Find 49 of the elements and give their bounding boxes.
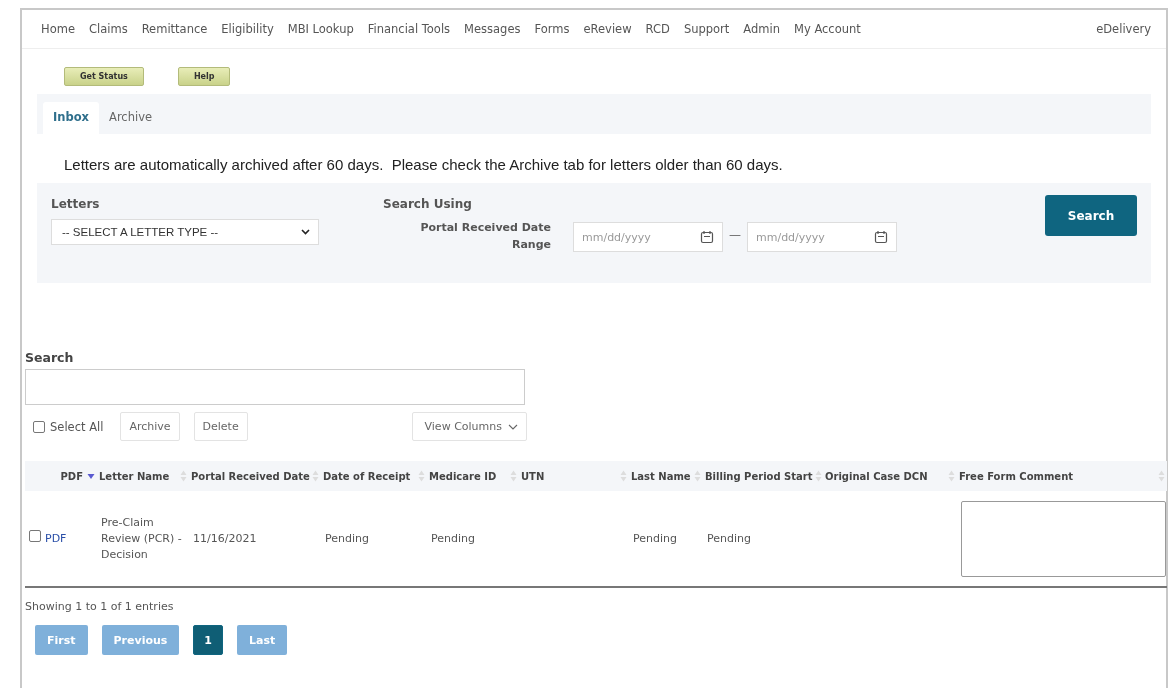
nav-link[interactable]: Support — [676, 22, 737, 36]
field-label: Portal Received Date Range — [419, 220, 551, 253]
table-cell: Pending — [431, 531, 475, 545]
nav-link[interactable]: Admin — [736, 22, 787, 36]
range-separator: — — [729, 228, 741, 242]
search-button[interactable]: Search — [1045, 195, 1137, 236]
nav-link[interactable]: Messages — [457, 22, 528, 36]
toolbar-button[interactable]: Get Status — [64, 67, 144, 86]
column-header[interactable]: Billing Period Start — [705, 470, 813, 482]
nav-link[interactable]: Eligibility — [214, 22, 281, 36]
nav-link[interactable]: Remittance — [134, 22, 215, 36]
nav-link[interactable]: MBI Lookup — [280, 22, 361, 36]
column-header[interactable]: Letter Name — [99, 470, 170, 482]
column-header[interactable]: Original Case DCN — [825, 470, 928, 482]
page-button[interactable]: 1 — [193, 625, 223, 655]
notice-text: Letters are automatically archived after 60 days. Please check the Archive tab for letters older than 60 days. — [64, 156, 783, 173]
table-cell: Pre-Claim Review (PCR) - Decision — [101, 515, 182, 561]
nav-link[interactable]: Forms — [527, 22, 577, 36]
column-header[interactable]: UTN — [521, 470, 545, 482]
column-header[interactable]: Portal Received Date — [191, 470, 310, 482]
table-cell: 11/16/2021 — [193, 531, 257, 545]
field-label: Search Using — [383, 197, 473, 211]
toolbar-button[interactable]: Help — [177, 67, 231, 86]
letter-type-select[interactable]: -- SELECT A LETTER TYPE -- — [51, 219, 319, 245]
tab[interactable]: Inbox — [43, 102, 100, 134]
field-label: Letters — [51, 197, 101, 211]
entries-info: Showing 1 to 1 of 1 entries — [25, 600, 174, 613]
pdf-link[interactable]: PDF — [45, 531, 67, 545]
nav-link[interactable]: eReview — [576, 22, 639, 36]
nav-link[interactable]: Claims — [81, 22, 135, 36]
nav-link[interactable]: Home — [34, 22, 82, 36]
view-columns-button[interactable]: View Columns — [411, 412, 527, 441]
field-label: Search — [25, 350, 74, 365]
nav-link[interactable]: RCD — [638, 22, 677, 36]
column-header[interactable]: Last Name — [631, 470, 691, 482]
column-header[interactable]: Date of Receipt — [323, 470, 411, 482]
table-cell: Pending — [325, 531, 369, 545]
action-button[interactable]: Archive — [120, 412, 180, 441]
table-cell: Pending — [633, 531, 677, 545]
nav-link[interactable]: Financial Tools — [360, 22, 458, 36]
action-button[interactable]: Delete — [193, 412, 248, 441]
column-header[interactable]: Medicare ID — [429, 470, 497, 482]
nav-link[interactable]: eDelivery — [1089, 22, 1158, 36]
column-header[interactable]: Free Form Comment — [959, 470, 1074, 482]
checkbox-label: Select All — [50, 419, 104, 434]
column-header[interactable]: PDF — [60, 470, 83, 482]
table-cell: Pending — [707, 531, 751, 545]
nav-link[interactable]: My Account — [787, 22, 868, 36]
tab[interactable]: Archive — [99, 102, 163, 134]
